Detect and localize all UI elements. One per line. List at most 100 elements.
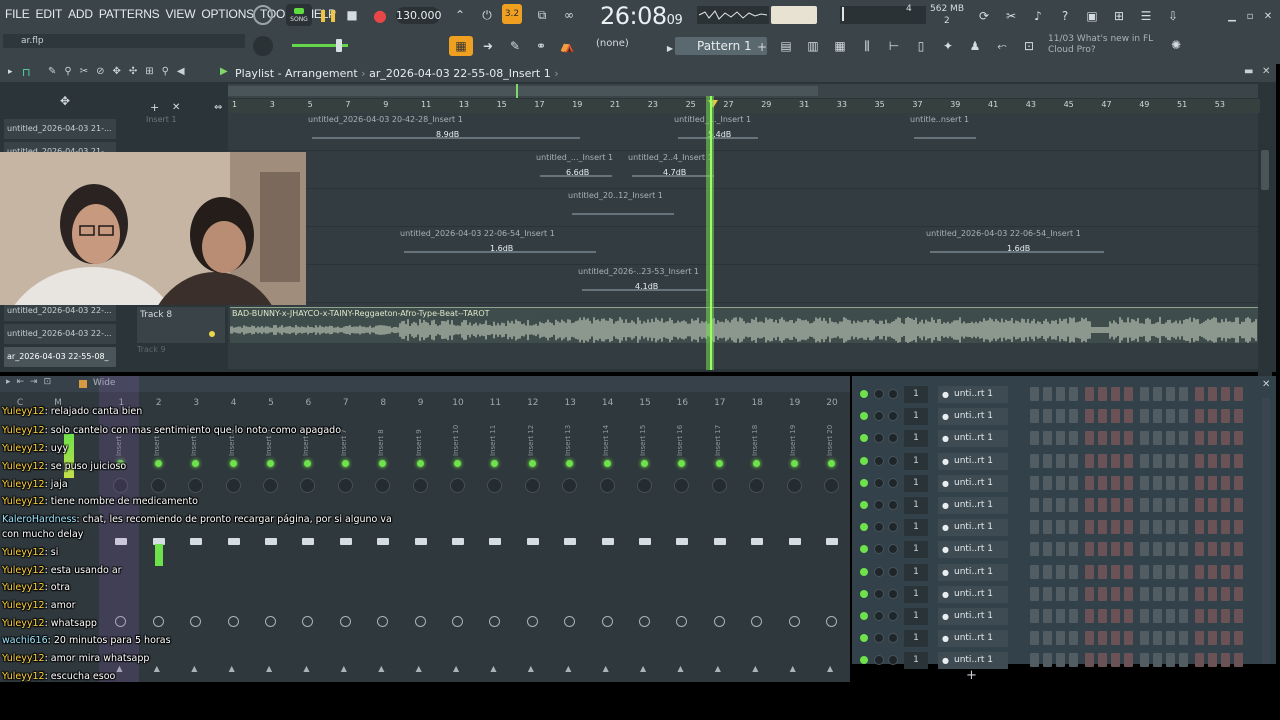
tools-icon[interactable]: ✂ [1001, 6, 1021, 26]
step-button[interactable] [1234, 609, 1243, 623]
step-button[interactable] [1098, 564, 1107, 579]
step-button[interactable] [1124, 498, 1133, 512]
step-button[interactable] [1085, 431, 1094, 446]
mixer-fader[interactable] [339, 538, 352, 545]
step-button[interactable] [1043, 453, 1052, 468]
minimize-icon[interactable]: ▁ [1222, 6, 1242, 26]
step-button[interactable] [1043, 431, 1052, 446]
step-button[interactable] [1098, 631, 1107, 646]
step-button[interactable] [1221, 653, 1230, 668]
step-button[interactable] [1153, 475, 1162, 490]
channel-mixer-track[interactable]: 1 [904, 408, 928, 426]
step-button[interactable] [1098, 453, 1107, 468]
mixer-strip-led[interactable] [154, 460, 162, 467]
mixer-pan-knob[interactable] [749, 478, 765, 493]
step-button[interactable] [1124, 387, 1133, 401]
pattern-item[interactable]: untitled_2026-04-03 21-... [4, 119, 116, 139]
step-button[interactable] [1085, 475, 1094, 490]
step-button[interactable] [1234, 631, 1243, 646]
close-icon[interactable]: ✕ [1258, 6, 1278, 26]
link-icon[interactable]: ⚭ [531, 36, 551, 56]
metronome-icon[interactable]: ⌃ [450, 5, 470, 25]
step-button[interactable] [1153, 431, 1162, 446]
slider-handle[interactable] [336, 39, 342, 52]
step-button[interactable] [1124, 431, 1133, 446]
menu-add[interactable]: ADD [65, 7, 96, 21]
step-button[interactable] [1221, 431, 1230, 446]
step-button[interactable] [1195, 542, 1204, 557]
mixer-route-arrow[interactable]: ▲ [341, 664, 347, 673]
step-button[interactable] [1140, 631, 1149, 646]
step-button[interactable] [1085, 498, 1094, 512]
step-button[interactable] [1179, 498, 1188, 512]
piano-roll-icon[interactable]: ▥ [803, 36, 823, 56]
step-button[interactable] [1153, 542, 1162, 557]
stop-button[interactable]: ■ [342, 5, 362, 25]
mixer-pan-knob[interactable] [524, 478, 540, 493]
channel-pan-knob[interactable] [888, 655, 898, 666]
step-button[interactable] [1234, 409, 1243, 424]
mixer-pan-knob[interactable] [562, 478, 578, 493]
channel-volume-knob[interactable] [874, 433, 884, 444]
step-button[interactable] [1111, 475, 1120, 490]
mixer-strip-led[interactable] [267, 460, 274, 467]
step-button[interactable] [1234, 475, 1243, 490]
mixer-strip-led[interactable] [790, 460, 798, 467]
step-button[interactable] [1179, 653, 1188, 668]
step-button[interactable] [1043, 520, 1052, 535]
step-button[interactable] [1140, 653, 1149, 668]
mixer-strip-led[interactable] [341, 460, 349, 467]
step-button[interactable] [1179, 409, 1188, 424]
mixer-strip[interactable]: 11 Insert 11 ▲ [477, 396, 513, 673]
step-button[interactable] [1056, 609, 1065, 623]
mixer-send-knob[interactable] [414, 616, 426, 627]
step-button[interactable] [1043, 542, 1052, 557]
step-button[interactable] [1069, 564, 1078, 579]
master-volume-knob[interactable] [253, 5, 273, 25]
channel-mute-led[interactable] [860, 545, 868, 554]
step-button[interactable] [1056, 475, 1065, 490]
step-button[interactable] [1179, 453, 1188, 468]
step-button[interactable] [1124, 409, 1133, 424]
step-button[interactable] [1166, 409, 1175, 424]
step-button[interactable] [1069, 498, 1078, 512]
mixer-strip-led[interactable] [379, 460, 387, 467]
playlist-icon[interactable]: ▤ [776, 36, 796, 56]
step-button[interactable] [1166, 431, 1175, 446]
step-button[interactable] [1221, 609, 1230, 623]
step-button[interactable] [1140, 564, 1149, 579]
playlist-minimize-icon[interactable]: ▬ [1244, 66, 1253, 77]
playlist-clip[interactable]: untitled_2026-04-03 22-06-54_Insert 1 1.6… [926, 229, 1108, 263]
play-arrow-icon[interactable]: ➜ [478, 36, 498, 56]
step-button[interactable] [1056, 498, 1065, 512]
mixer-strip[interactable]: 8 Insert 8 ▲ [365, 396, 401, 673]
channel-mixer-track[interactable]: 1 [904, 474, 928, 492]
mixer-strip-led[interactable] [715, 460, 723, 467]
chat-icon[interactable]: ☰ [1136, 6, 1156, 26]
step-button[interactable] [1111, 520, 1120, 535]
step-button[interactable] [1056, 453, 1065, 468]
step-button[interactable] [1179, 564, 1188, 579]
channel-name-button[interactable]: unti..rt 1 [938, 519, 1008, 537]
step-button[interactable] [1069, 653, 1078, 668]
stamp-icon[interactable]: ⛺ [557, 36, 577, 56]
mixer-fader[interactable] [713, 538, 726, 545]
step-button[interactable] [1085, 520, 1094, 535]
menu-view[interactable]: VIEW [162, 7, 198, 21]
mixer-send-knob[interactable] [339, 616, 351, 627]
channel-name-button[interactable]: unti..rt 1 [938, 585, 1008, 603]
mixer-fader[interactable] [414, 538, 427, 545]
mixer-send-knob[interactable] [826, 616, 837, 627]
step-button[interactable] [1111, 653, 1120, 668]
mixer-route-arrow[interactable]: ▲ [416, 664, 422, 673]
step-button[interactable] [1208, 475, 1217, 490]
step-button[interactable] [1208, 409, 1217, 424]
channel-volume-knob[interactable] [874, 477, 884, 488]
step-button[interactable] [1043, 631, 1052, 646]
blend-notes-icon[interactable]: ⧉ [532, 5, 552, 25]
step-button[interactable] [1208, 453, 1217, 468]
pattern-item-selected[interactable]: ar_2026-04-03 22-55-08_ [4, 347, 116, 367]
channel-mute-led[interactable] [860, 656, 868, 665]
step-button[interactable] [1069, 631, 1078, 646]
channel-mute-led[interactable] [860, 589, 868, 598]
